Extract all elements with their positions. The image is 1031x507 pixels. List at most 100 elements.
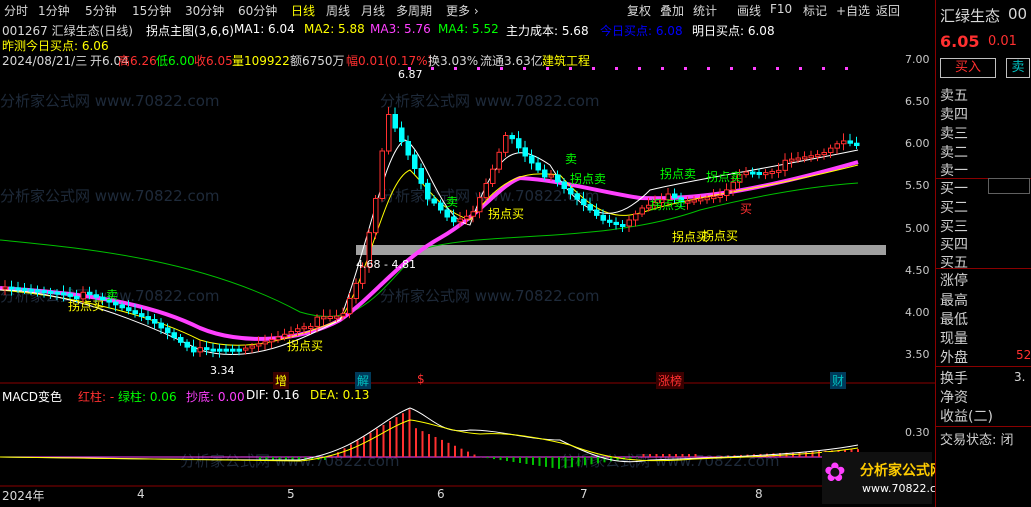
candle — [15, 287, 21, 291]
ask-level: 卖一 — [940, 163, 968, 179]
flower-icon: ✿ — [824, 458, 846, 488]
stat-label: 现量 — [940, 331, 968, 347]
tab-multi-period[interactable]: 多周期 — [396, 2, 432, 19]
tab-15min[interactable]: 15分钟 — [132, 2, 171, 19]
event-marker[interactable]: 涨榜 — [656, 372, 685, 389]
candle — [178, 337, 184, 343]
tab-more[interactable]: 更多 › — [446, 2, 479, 19]
signal-dot — [707, 67, 710, 70]
tab-5min[interactable]: 5分钟 — [85, 2, 117, 19]
signal-dot — [753, 67, 756, 70]
signal-dot — [845, 67, 848, 70]
candle — [61, 292, 67, 296]
candle — [743, 171, 749, 176]
kline-chart[interactable]: 分析家公式网 www.70822.com 分析家公式网 www.70822.co… — [0, 20, 953, 507]
candle — [126, 307, 132, 312]
candle — [119, 304, 125, 309]
quote-panel: 汇绿生态 00 6.05 0.01 买入 卖 卖五 卖四 卖三 卖二 卖一 买一… — [935, 0, 1031, 507]
candle — [724, 189, 730, 196]
low-mark: 3.34 — [210, 364, 235, 377]
event-marker[interactable]: $ — [417, 372, 425, 386]
bid-level: 买一 — [940, 181, 968, 197]
candle — [574, 193, 580, 200]
support-band — [356, 245, 886, 255]
candle — [789, 158, 795, 162]
draw-button[interactable]: 画线 — [737, 2, 761, 19]
candle — [503, 135, 509, 153]
ask-level: 卖三 — [940, 126, 968, 142]
macd-green: 绿柱: 0.06 — [118, 390, 177, 404]
f10-button[interactable]: F10 — [770, 2, 792, 16]
candle — [204, 347, 210, 351]
buy-button[interactable]: 买入 — [940, 58, 996, 78]
event-marker[interactable]: 财 — [830, 372, 847, 389]
signal-label: 拐点买 — [68, 299, 105, 313]
candle — [795, 157, 801, 161]
add-watchlist-button[interactable]: +自选 — [836, 2, 870, 19]
tab-1min[interactable]: 1分钟 — [38, 2, 70, 19]
candle — [451, 216, 457, 223]
panel-change: 0.01 — [988, 34, 1017, 49]
candle — [314, 316, 320, 327]
back-button[interactable]: 返回 — [876, 2, 900, 19]
signal-dot — [638, 67, 641, 70]
stat-label: 最低 — [940, 312, 968, 328]
panel-code: 00 — [1008, 5, 1028, 23]
mark-button[interactable]: 标记 — [803, 2, 827, 19]
candle — [717, 195, 723, 198]
signal-dot — [776, 67, 779, 70]
stats-button[interactable]: 统计 — [693, 2, 717, 19]
candle — [698, 198, 704, 202]
signal-dot — [523, 67, 526, 70]
signal-label: 卖 — [106, 288, 119, 302]
overlay-button[interactable]: 叠加 — [660, 2, 684, 19]
signal-dot — [431, 67, 434, 70]
tab-monthly[interactable]: 月线 — [361, 2, 385, 19]
macd-bottom: 抄底: 0.00 — [186, 390, 245, 404]
event-marker[interactable]: 解 — [355, 372, 372, 389]
candle — [256, 343, 262, 347]
candle — [418, 168, 424, 184]
outer-value: 52 — [1016, 348, 1031, 362]
signal-label: 拐点买 — [287, 339, 324, 353]
signal-dot — [799, 67, 802, 70]
macd-axis-tick: 0.30 — [905, 426, 930, 439]
candle — [620, 224, 626, 227]
fuquan-button[interactable]: 复权 — [627, 2, 651, 19]
ask-level: 卖二 — [940, 145, 968, 161]
candle — [165, 327, 171, 334]
ask-level: 卖四 — [940, 107, 968, 123]
income-label: 收益(二) — [940, 409, 993, 425]
signal-label: 拐点卖 — [570, 172, 607, 186]
bid-level: 买五 — [940, 255, 968, 271]
tab-fenshi[interactable]: 分时 — [4, 2, 28, 19]
signal-dot — [500, 67, 503, 70]
candle — [191, 346, 197, 353]
signal-label: 拐点卖 — [706, 170, 743, 184]
candle — [269, 339, 275, 343]
stat-label: 涨停 — [940, 273, 968, 289]
candle — [685, 200, 691, 204]
tab-weekly[interactable]: 周线 — [326, 2, 350, 19]
candle — [139, 313, 145, 318]
signal-dot — [661, 67, 664, 70]
candle — [587, 204, 593, 211]
candle — [35, 289, 41, 293]
candle — [321, 316, 327, 320]
tab-30min[interactable]: 30分钟 — [185, 2, 224, 19]
sell-button[interactable]: 卖 — [1006, 58, 1030, 78]
high-mark: 6.87 — [398, 68, 423, 81]
date-tick: 2024年 — [2, 489, 45, 503]
candle — [301, 326, 307, 330]
tab-daily[interactable]: 日线 — [291, 2, 315, 19]
candle — [828, 147, 834, 153]
macd-title: MACD变色 — [2, 390, 62, 404]
event-marker[interactable]: 增 — [273, 372, 290, 389]
candle — [145, 316, 151, 320]
candle — [821, 152, 827, 156]
candle — [600, 214, 606, 221]
candle — [763, 172, 769, 176]
signal-dot — [569, 67, 572, 70]
tab-60min[interactable]: 60分钟 — [238, 2, 277, 19]
candle — [464, 215, 470, 220]
